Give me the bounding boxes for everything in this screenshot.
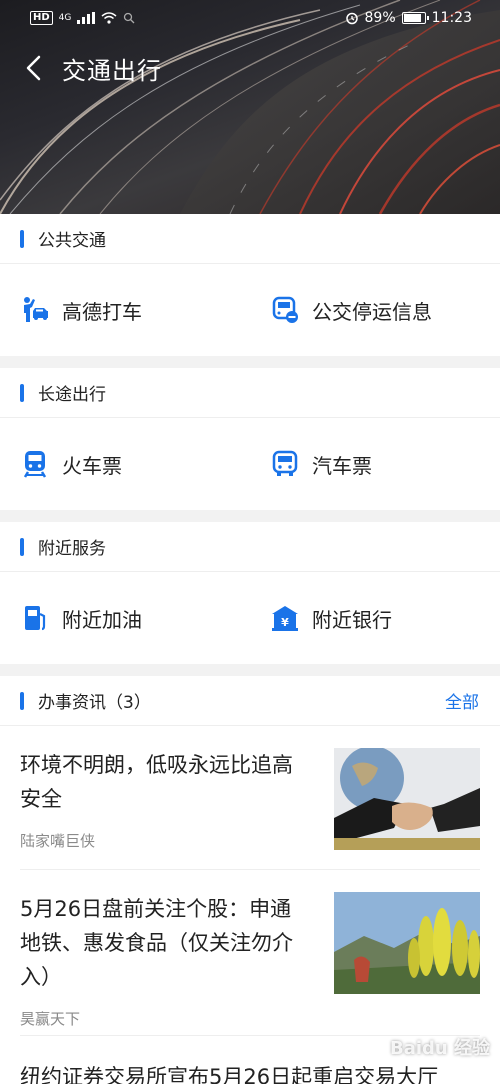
gas-station-icon [20,603,50,633]
section-title: 公共交通 [38,231,106,251]
bus-suspension-item[interactable]: 公交停运信息 [250,264,500,356]
title-bar: 交通出行 [0,48,162,88]
section-nearby-services: 附近服务 附近加油 ¥ 附近银行 [0,522,500,664]
section-accent-bar [20,537,24,556]
signal-icon [77,12,96,24]
section-public-transport: 公共交通 高德打车 公交停运信息 [0,214,500,356]
bus-alert-icon [270,295,300,325]
back-button[interactable] [6,48,62,88]
section-accent-bar [20,383,24,402]
section-title: 附近服务 [38,539,106,559]
section-title: 办事资讯（3） [38,693,151,713]
section-header: 公共交通 [0,214,500,264]
view-all-link[interactable]: 全部 [445,688,479,713]
watermark: Baidu 经验 [389,1038,490,1059]
hd-indicator: HD [30,11,53,25]
item-label: 汽车票 [312,453,372,478]
news-headline: 5月26日盘前关注个股：申通地铁、惠发食品（仅关注勿介入） [20,897,293,989]
section-header: 办事资讯（3） 全部 [0,676,500,726]
bank-icon: ¥ [270,603,300,633]
train-icon [20,449,50,479]
battery-icon [401,12,429,24]
item-label: 高德打车 [62,299,142,324]
train-ticket-item[interactable]: 火车票 [0,418,250,510]
section-long-distance: 长途出行 火车票 汽车票 [0,368,500,510]
news-source: 陆家嘴巨侠 [20,832,96,850]
clock: 11:23 [431,10,472,26]
back-arrow-icon [26,55,41,81]
search-icon [124,12,135,24]
taxi-service-item[interactable]: 高德打车 [0,264,250,356]
section-accent-bar [20,691,24,710]
news-thumbnail-handshake [334,748,480,850]
header-banner: HD 4G 89% 11:23 交通出行 [0,0,500,214]
taxi-hail-icon [20,295,50,325]
news-headline: 纽约证券交易所宣布5月26日起重启交易大厅 [20,1065,439,1084]
network-type: 4G [58,13,72,23]
news-item[interactable]: 5月26日盘前关注个股：申通地铁、惠发食品（仅关注勿介入） 昊赢天下 [20,870,480,1036]
battery-level-fill [403,14,422,22]
section-title: 长途出行 [38,385,106,405]
nearby-bank-item[interactable]: ¥ 附近银行 [250,572,500,664]
news-thumbnail-trees [334,892,480,994]
svg-text:¥: ¥ [281,616,289,629]
bus-ticket-item[interactable]: 汽车票 [250,418,500,510]
item-label: 附近银行 [312,607,392,632]
section-accent-bar [20,229,24,248]
item-label: 附近加油 [62,607,142,632]
news-headline: 环境不明朗，低吸永远比追高安全 [20,753,293,811]
news-source: 昊赢天下 [20,1010,81,1028]
item-label: 火车票 [62,453,122,478]
item-label: 公交停运信息 [312,299,432,324]
status-bar: HD 4G 89% 11:23 [0,0,500,36]
nearby-gas-item[interactable]: 附近加油 [0,572,250,664]
alarm-icon [345,12,358,25]
page-title: 交通出行 [62,56,162,85]
section-header: 长途出行 [0,368,500,418]
battery-percent: 89% [364,10,396,26]
section-header: 附近服务 [0,522,500,572]
coach-icon [270,449,300,479]
wifi-icon [101,12,117,24]
news-section: 办事资讯（3） 全部 环境不明朗，低吸永远比追高安全 陆家嘴巨侠 5月26日盘前… [0,676,500,1084]
news-item[interactable]: 环境不明朗，低吸永远比追高安全 陆家嘴巨侠 [20,726,480,870]
